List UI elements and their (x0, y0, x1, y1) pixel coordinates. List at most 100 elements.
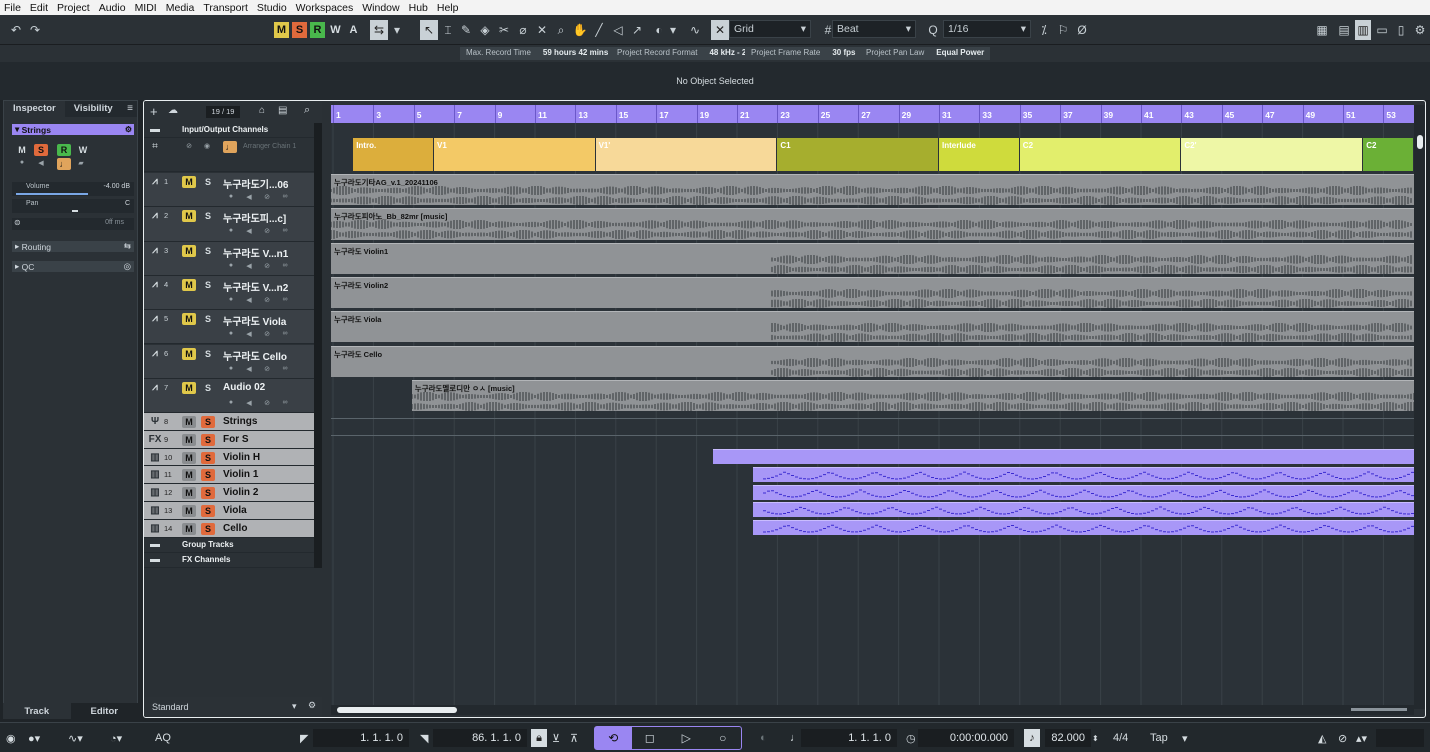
menu-item-project[interactable]: Project (57, 2, 90, 14)
track-name[interactable]: Violin 1 (223, 469, 258, 480)
record-enable-icon[interactable]: ● (226, 227, 236, 236)
monitor-icon[interactable]: ◀ (244, 365, 254, 374)
record-enable-icon[interactable]: ● (226, 399, 236, 408)
track-row[interactable]: ▥ 13 M S Viola (144, 502, 314, 520)
midi-event[interactable] (753, 484, 1414, 500)
menu-item-help[interactable]: Help (437, 2, 459, 14)
pencil-tool-icon[interactable]: ✎ (458, 20, 474, 40)
track-solo-button[interactable]: S (201, 433, 215, 446)
chevron-down-icon[interactable]: ▾ (392, 20, 402, 40)
track-row[interactable]: ⩘ 1 M S 누구라도기...06 ● ◀ ⊘ ∞ (144, 173, 314, 208)
midi-event[interactable] (753, 502, 1414, 518)
secondary-time-display[interactable]: 0:00:00.000 (918, 729, 1014, 747)
lock-icon[interactable]: ▰ (76, 159, 86, 168)
track-name[interactable]: Viola (223, 505, 247, 516)
play-icon[interactable]: ▷ (668, 727, 705, 749)
listen-icon[interactable]: ◀ (36, 159, 46, 168)
record-enable-icon[interactable]: ● (226, 193, 236, 202)
menu-item-media[interactable]: Media (166, 2, 195, 14)
audio-event[interactable]: 누구라도 Violin1 (331, 242, 1414, 274)
track-mute-button[interactable]: M (182, 313, 196, 326)
track-solo-button[interactable]: S (201, 487, 215, 500)
menu-icon[interactable]: ≡ (127, 103, 133, 114)
arranger-event[interactable]: C1 (777, 138, 939, 171)
track-mute-button[interactable]: M (182, 505, 196, 517)
metronome-mode-icon[interactable]: ◔▾ (110, 729, 122, 747)
track-name[interactable]: Strings (223, 416, 257, 427)
audio-event[interactable]: 누구라도멜로디만 ㅇㅅ [music] (411, 379, 1414, 412)
track-mute-button[interactable]: M (182, 522, 196, 535)
link-icon[interactable]: ∞ (280, 330, 290, 339)
track-row[interactable]: ⩘ 6 M S 누구라도 Cello ● ◀ ⊘ ∞ (144, 344, 314, 379)
monitor-icon[interactable]: ◀ (244, 399, 254, 408)
track-mute-button[interactable]: M (182, 176, 196, 188)
record-enable-icon[interactable]: ● (226, 296, 236, 305)
edit-channel-icon[interactable]: ⊘ (262, 365, 272, 374)
range-tool-icon[interactable]: ⌶ (440, 20, 456, 40)
arranger-event[interactable]: C2 (1363, 138, 1414, 171)
edit-channel-icon[interactable]: ⊘ (262, 262, 272, 271)
arranger-event[interactable]: Interlude (939, 138, 1020, 171)
tab-visibility[interactable]: Visibility (65, 101, 122, 117)
track-row[interactable]: ⩘ 7 M S Audio 02 ● ◀ ⊘ ∞ (144, 378, 314, 414)
track-mute-button[interactable]: M (182, 416, 196, 428)
track-name[interactable]: 누구라도 V...n1 (223, 245, 288, 260)
auto-scroll-icon[interactable]: ∿ (686, 20, 704, 40)
arranger-event[interactable]: V1' (595, 138, 778, 171)
tempo-field[interactable]: 82.000 (1045, 729, 1091, 747)
inspector-track-header[interactable]: ▾ Strings ⚙ (12, 124, 134, 135)
track-row[interactable]: Ψ 8 M S Strings (144, 413, 314, 431)
write-all-button[interactable]: W (328, 22, 343, 38)
ruler[interactable]: 1 3 5 7 9 11 13 15 17 19 21 23 25 27 29 31 33 35 37 39 41 43 4… (331, 105, 1414, 123)
track-row[interactable]: FX 9 M S For S (144, 430, 314, 449)
timebase-icon[interactable]: ♩ (223, 141, 237, 153)
monitor-icon[interactable]: ● (17, 159, 27, 168)
track-mute-button[interactable]: M (182, 278, 196, 291)
track-name[interactable]: For S (223, 434, 249, 445)
tap-tempo-button[interactable]: Tap (1150, 729, 1168, 747)
track-row[interactable]: ⩘ 5 M S 누구라도 Viola ● ◀ ⊘ ∞ (144, 310, 314, 345)
link-icon[interactable]: ∞ (280, 227, 290, 236)
chevron-down-icon[interactable]: ▾ (668, 20, 678, 40)
midi-event[interactable] (712, 449, 1414, 464)
audio-event[interactable]: 누구라도 Viola (331, 311, 1414, 343)
link-icon[interactable]: ∞ (280, 296, 290, 305)
link-icon[interactable]: ∞ (280, 399, 290, 408)
marker-icon[interactable]: ◭ (1318, 729, 1326, 747)
stop-icon[interactable]: ◻ (632, 727, 669, 749)
menu-item-edit[interactable]: Edit (30, 2, 48, 14)
left-locator-field[interactable]: 1. 1. 1. 0 (313, 729, 409, 747)
track-row[interactable]: ⩘ 4 M S 누구라도 V...n2 ● ◀ ⊘ ∞ (144, 275, 314, 311)
quantize-select[interactable]: 1/16 ▾ (943, 20, 1031, 38)
record-enable-icon[interactable]: ● (226, 262, 236, 271)
add-track-icon[interactable]: + (150, 104, 158, 119)
event-display[interactable]: Intro. V1 V1' C1 Interlude C2 C2' C2 누구라도기타AG_v… (331, 123, 1414, 711)
snap-icon[interactable]: ✕ (711, 20, 729, 40)
track-mute-button[interactable]: M (182, 469, 196, 482)
track-row[interactable]: ▥ 12 M S Violin 2 (144, 484, 314, 502)
link-icon[interactable]: ∞ (280, 262, 290, 271)
track-row[interactable]: ⩘ 2 M S 누구라도피...c] ● ◀ ⊘ ∞ (144, 207, 314, 242)
audio-connection-icon[interactable]: ◉ (6, 729, 16, 747)
tab-inspector[interactable]: Inspector (4, 101, 65, 117)
auto-quantize-icon[interactable]: Ø (1074, 20, 1090, 40)
track-row[interactable]: ▥ 11 M S Violin 1 (144, 466, 314, 485)
edit-channel-icon[interactable]: ⊘ (262, 227, 272, 236)
audio-event[interactable]: 누구라도 Violin2 (331, 276, 1414, 309)
menu-item-window[interactable]: Window (362, 2, 399, 14)
eraser-tool-icon[interactable]: ◈ (477, 20, 493, 40)
horizontal-scrollbar[interactable] (331, 705, 1414, 715)
automation-mode-button[interactable]: A (346, 22, 361, 38)
edit-channel-icon[interactable]: ⊘ (262, 399, 272, 408)
right-zone-icon[interactable]: ▯ (1393, 20, 1409, 40)
comp-tool-icon[interactable]: ↗ (629, 20, 645, 40)
track-mute-button[interactable]: M (182, 433, 196, 446)
record-icon[interactable]: ○ (705, 727, 742, 749)
monitor-icon[interactable]: ◀ (244, 227, 254, 236)
monitor-icon[interactable]: ◀ (244, 262, 254, 271)
arranger-event[interactable]: Intro. (353, 138, 434, 171)
midi-event[interactable] (753, 520, 1414, 536)
glue-tool-icon[interactable]: ⌀ (515, 20, 531, 40)
track-name[interactable]: Audio 02 (223, 382, 265, 393)
zoom-tool-icon[interactable]: ⌕ (553, 20, 569, 40)
